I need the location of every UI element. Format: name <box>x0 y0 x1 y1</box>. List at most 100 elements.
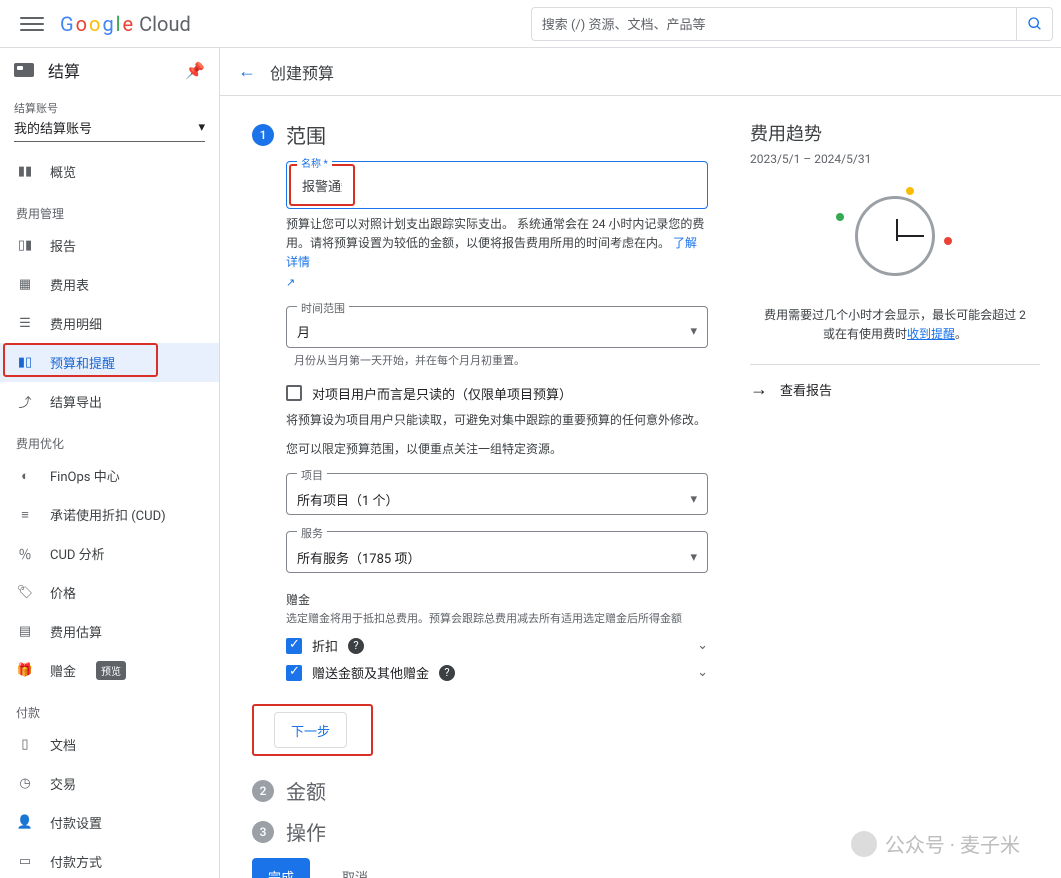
step-2-number: 2 <box>252 780 274 802</box>
sidebar-item-finops[interactable]: ◐FinOps 中心 <box>0 456 219 495</box>
step-3-header[interactable]: 3 操作 <box>252 817 708 846</box>
sidebar-item-cud[interactable]: ≡承诺使用折扣 (CUD) <box>0 495 219 534</box>
sidebar-item-prices[interactable]: 🏷价格 <box>0 573 219 612</box>
time-range-select[interactable]: 时间范围 月 ▾ <box>286 306 708 348</box>
top-header: Google Cloud 搜索 (/) 资源、文档、产品等 <box>0 0 1061 48</box>
services-select[interactable]: 服务 所有服务（1785 项） ▾ <box>286 531 708 573</box>
cost-trend-panel: 费用趋势 2023/5/1 – 2024/5/31 费用需要过几个小时才会显示，… <box>740 96 1040 878</box>
credits-note: 选定赠金将用于抵扣总费用。预算会跟踪总费用减去所有适用选定赠金后所得金额 <box>286 610 708 626</box>
sidebar-item-reports[interactable]: ▯▮报告 <box>0 226 219 265</box>
budget-name-field[interactable]: 名称 * <box>286 161 708 209</box>
logo[interactable]: Google Cloud <box>60 12 191 36</box>
sidebar-item-transactions[interactable]: ◷交易 <box>0 764 219 803</box>
tag-icon: 🏷 <box>16 584 34 602</box>
sidebar-item-cost-table[interactable]: ▦费用表 <box>0 265 219 304</box>
list-icon: ☰ <box>16 315 34 333</box>
time-range-hint: 月份从当月第一天开始，并在每个月月初重置。 <box>294 352 708 368</box>
sidebar-item-cud-analysis[interactable]: ％CUD 分析 <box>0 534 219 573</box>
step-2-title: 金额 <box>286 776 326 805</box>
chevron-down-icon: ▾ <box>690 324 697 339</box>
percent-icon: ％ <box>16 545 34 563</box>
readonly-label: 对项目用户而言是只读的（仅限单项目预算） <box>312 384 572 403</box>
projects-label: 项目 <box>297 467 327 483</box>
arrow-right-icon: → <box>750 379 768 400</box>
chevron-down-icon: ▾ <box>690 550 697 565</box>
credit-other-checkbox[interactable] <box>286 665 302 681</box>
services-label: 服务 <box>297 525 327 541</box>
sidebar-item-estimate[interactable]: ▤费用估算 <box>0 612 219 651</box>
readonly-checkbox[interactable] <box>286 385 302 401</box>
wechat-icon <box>851 831 877 857</box>
readonly-note: 将预算设为项目用户只能读取，可避免对集中跟踪的重要预算的任何意外修改。 <box>286 411 708 430</box>
cud-icon: ≡ <box>16 506 34 524</box>
table-icon: ▦ <box>16 276 34 294</box>
dashboard-icon: ▮▮ <box>16 163 34 181</box>
sidebar-item-payment-settings[interactable]: 👤付款设置 <box>0 803 219 842</box>
user-icon: 👤 <box>16 814 34 832</box>
sidebar-item-docs[interactable]: ▯文档 <box>0 725 219 764</box>
sidebar: 结算 📌 结算账号 我的结算账号▾ ▮▮概览 费用管理 ▯▮报告 ▦费用表 ☰费… <box>0 48 220 878</box>
watermark: 公众号 · 麦子米 <box>851 829 1020 858</box>
cost-trend-range: 2023/5/1 – 2024/5/31 <box>750 152 1040 166</box>
budget-name-input[interactable] <box>292 167 352 203</box>
scope-note: 您可以限定预算范围，以便重点关注一组特定资源。 <box>286 440 708 459</box>
menu-icon[interactable] <box>20 12 44 36</box>
main: ← 创建预算 1 范围 名称 * 预算让您 <box>220 48 1061 878</box>
discount-checkbox[interactable] <box>286 638 302 654</box>
chevron-down-icon: ▾ <box>690 492 697 507</box>
sidebar-item-budgets[interactable]: ▮▯预算和提醒 <box>0 343 219 382</box>
readonly-checkbox-row[interactable]: 对项目用户而言是只读的（仅限单项目预算） <box>286 384 708 403</box>
discount-label: 折扣 <box>312 636 338 655</box>
search-input[interactable]: 搜索 (/) 资源、文档、产品等 <box>531 7 1017 41</box>
next-button[interactable]: 下一步 <box>274 712 347 748</box>
step-2-header[interactable]: 2 金额 <box>252 776 708 805</box>
back-arrow-icon[interactable]: ← <box>238 61 256 82</box>
cancel-button[interactable]: 取消 <box>326 858 384 878</box>
info-icon[interactable]: ? <box>348 638 364 654</box>
cost-trend-note: 费用需要过几个小时才会显示，最长可能会超过 2 或在有使用费时收到提醒。 <box>750 306 1040 344</box>
doc-icon: ▯ <box>16 736 34 754</box>
step-1-header: 1 范围 <box>252 120 708 149</box>
sidebar-title: 结算 📌 <box>0 48 219 92</box>
clock-icon: ◷ <box>16 775 34 793</box>
credits-header: 赠金 <box>286 591 708 608</box>
chevron-down-icon[interactable]: ⌄ <box>697 665 708 680</box>
export-icon: ⤴ <box>16 393 34 411</box>
chevron-down-icon[interactable]: ⌄ <box>697 638 708 653</box>
alert-link[interactable]: 收到提醒 <box>907 327 955 341</box>
preview-badge: 预览 <box>96 661 126 680</box>
section-cost-optimization: 费用优化 <box>0 421 219 456</box>
finops-icon: ◐ <box>16 467 34 485</box>
gift-icon: 🎁 <box>16 662 34 680</box>
time-range-label: 时间范围 <box>297 300 349 316</box>
name-label: 名称 * <box>297 155 332 170</box>
sidebar-item-export[interactable]: ⤴结算导出 <box>0 382 219 421</box>
chart-icon: ▯▮ <box>16 237 34 255</box>
form-column: 1 范围 名称 * 预算让您可以对照计划支出跟踪实际支出。 系统通常会在 24 … <box>220 96 740 878</box>
done-button[interactable]: 完成 <box>252 858 310 878</box>
step-1-title: 范围 <box>286 120 326 149</box>
section-cost-management: 费用管理 <box>0 191 219 226</box>
billing-account-label: 结算账号 <box>0 92 219 118</box>
clock-illustration <box>855 196 935 276</box>
card-icon: ▭ <box>16 853 34 871</box>
calculator-icon: ▤ <box>16 623 34 641</box>
pin-icon[interactable]: 📌 <box>185 61 205 80</box>
sidebar-item-overview[interactable]: ▮▮概览 <box>0 152 219 191</box>
step-3-number: 3 <box>252 821 274 843</box>
credit-other-label: 赠送金额及其他赠金 <box>312 663 429 682</box>
info-icon[interactable]: ? <box>439 665 455 681</box>
sidebar-item-credits[interactable]: 🎁赠金预览 <box>0 651 219 690</box>
budget-icon: ▮▯ <box>16 354 34 372</box>
credit-other-checkbox-row[interactable]: 赠送金额及其他赠金 ? ⌄ <box>286 663 708 682</box>
projects-select[interactable]: 项目 所有项目（1 个） ▾ <box>286 473 708 515</box>
billing-account-select[interactable]: 我的结算账号▾ <box>14 118 205 142</box>
discount-checkbox-row[interactable]: 折扣 ? ⌄ <box>286 636 708 655</box>
action-buttons: 完成 取消 <box>252 858 708 878</box>
page-header: ← 创建预算 <box>220 48 1061 96</box>
sidebar-item-cost-detail[interactable]: ☰费用明细 <box>0 304 219 343</box>
sidebar-item-payment-method[interactable]: ▭付款方式 <box>0 842 219 878</box>
cost-trend-title: 费用趋势 <box>750 120 1040 146</box>
view-report-link[interactable]: → 查看报告 <box>750 364 1040 414</box>
search-button[interactable] <box>1017 7 1053 41</box>
